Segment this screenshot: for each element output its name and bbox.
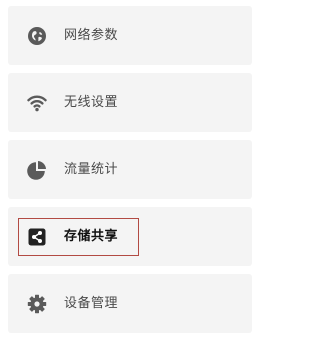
menu-item-label: 无线设置 bbox=[64, 95, 119, 110]
share-icon bbox=[27, 227, 47, 247]
menu-item-label: 设备管理 bbox=[64, 296, 119, 311]
menu-item-label: 网络参数 bbox=[64, 28, 119, 43]
wifi-icon bbox=[27, 93, 47, 113]
globe-icon bbox=[27, 26, 47, 46]
gear-icon bbox=[27, 294, 47, 314]
menu-item-wireless-settings[interactable]: 无线设置 bbox=[8, 73, 252, 132]
menu-item-label: 存储共享 bbox=[64, 229, 119, 244]
menu-item-network-params[interactable]: 网络参数 bbox=[8, 6, 252, 65]
pie-chart-icon bbox=[27, 160, 47, 180]
menu-item-storage-sharing[interactable]: 存储共享 bbox=[8, 207, 252, 266]
sidebar-menu: 网络参数 无线设置 流量统计 存储共享 设备管理 bbox=[8, 6, 252, 341]
menu-item-label: 流量统计 bbox=[64, 162, 119, 177]
menu-item-device-management[interactable]: 设备管理 bbox=[8, 274, 252, 333]
menu-item-traffic-stats[interactable]: 流量统计 bbox=[8, 140, 252, 199]
